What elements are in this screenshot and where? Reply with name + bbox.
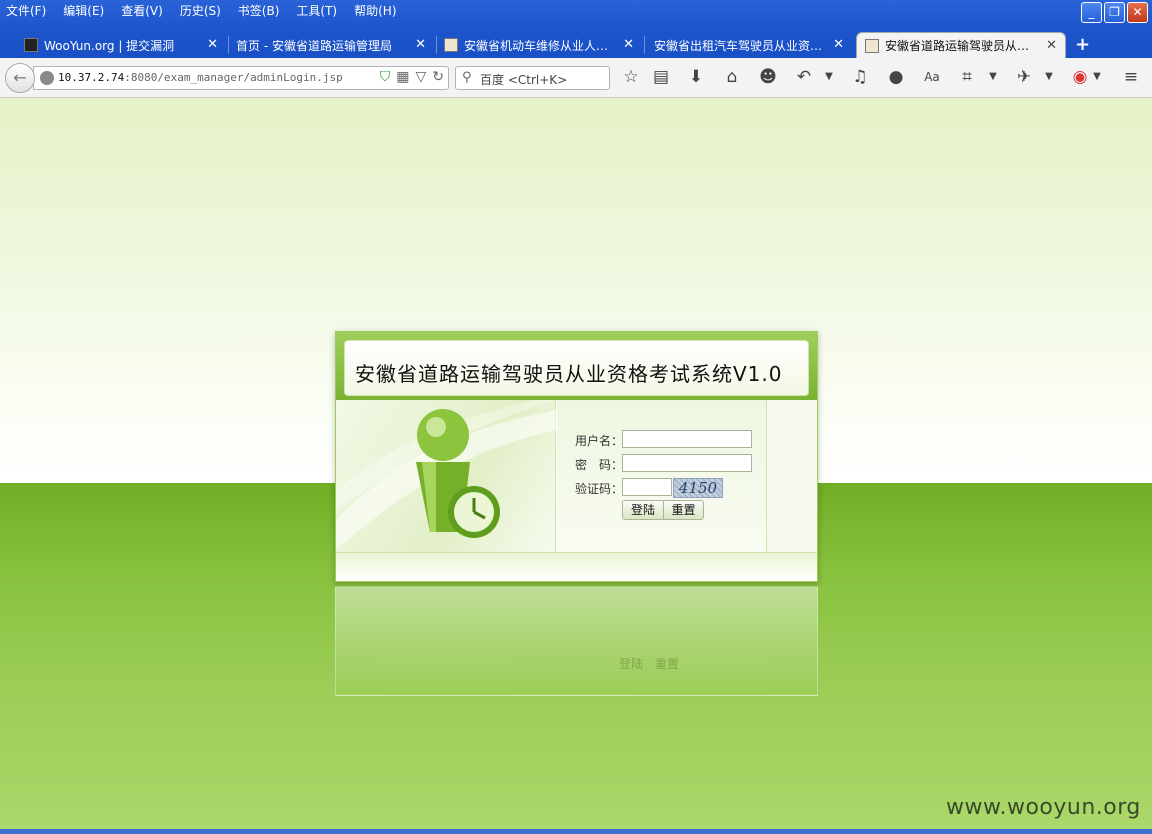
close-window-button[interactable]: ✕	[1127, 2, 1148, 23]
window-controls: _ ❐ ✕	[1081, 2, 1148, 23]
tab-label: 安徽省出租汽车驾驶员从业资…	[654, 38, 823, 53]
search-placeholder: 百度 <Ctrl+K>	[480, 73, 568, 87]
decorative-art	[336, 400, 556, 552]
restore-button[interactable]: ❐	[1104, 2, 1125, 23]
tab-close-icon[interactable]: ✕	[833, 37, 844, 52]
login-footer	[336, 552, 817, 581]
reload-icon[interactable]: ↻	[432, 69, 444, 85]
star-icon[interactable]: ☆	[620, 67, 642, 87]
username-input[interactable]	[622, 430, 752, 448]
search-bar[interactable]: ⚲ 百度 <Ctrl+K>	[455, 66, 610, 90]
login-panel: 安徽省道路运输驾驶员从业资格考试系统V1.0 用户名： 密 码： 验证码： 41…	[335, 331, 818, 582]
login-body: 用户名： 密 码： 验证码： 4150 登陆 重置	[336, 400, 817, 552]
reading-list-icon[interactable]: ▤	[650, 67, 672, 87]
qr-icon[interactable]: ▦	[396, 69, 409, 85]
login-form: 用户名： 密 码： 验证码： 4150 登陆 重置	[557, 400, 767, 552]
dropdown-icon[interactable]: ▼	[1086, 71, 1108, 82]
volume-icon[interactable]: ♫	[849, 67, 871, 87]
smiley-icon[interactable]: ☻	[757, 67, 779, 87]
undo-icon[interactable]: ↶	[793, 67, 815, 87]
watermark: www.wooyun.org	[946, 795, 1141, 820]
right-column	[767, 400, 817, 552]
panel-reflection: 登陆 重置	[335, 586, 818, 696]
captcha-label: 验证码：	[574, 482, 623, 496]
tab-driver-exam[interactable]: 安徽省道路运输驾驶员从… ✕	[856, 32, 1066, 58]
dropdown-icon[interactable]: ▽	[415, 69, 426, 85]
system-title: 安徽省道路运输驾驶员从业资格考试系统V1.0	[355, 362, 783, 386]
username-label: 用户名：	[574, 434, 623, 448]
shield-icon[interactable]: ⛉	[380, 69, 391, 85]
globe-icon	[40, 71, 54, 85]
user-clock-illustration-icon	[336, 400, 556, 550]
tab-wooyun[interactable]: WooYun.org | 提交漏洞 ✕	[16, 32, 226, 58]
url-bar[interactable]: 10.37.2.74:8080/exam_manager/adminLogin.…	[33, 66, 449, 90]
password-input[interactable]	[622, 454, 752, 472]
search-icon: ⚲	[462, 70, 472, 85]
menu-view[interactable]: 查看(V)	[121, 2, 163, 19]
tab-label: 首页 - 安徽省道路运输管理局	[236, 38, 392, 53]
browser-chrome: 文件(F) 编辑(E) 查看(V) 历史(S) 书签(B) 工具(T) 帮助(H…	[0, 0, 1152, 98]
password-label: 密 码：	[574, 458, 623, 472]
crop-icon[interactable]: ⌗	[956, 67, 978, 87]
button-group: 登陆 重置	[622, 500, 704, 520]
tab-close-icon[interactable]: ✕	[1046, 38, 1057, 53]
login-header: 安徽省道路运输驾驶员从业资格考试系统V1.0	[336, 332, 817, 400]
tab-close-icon[interactable]: ✕	[207, 37, 218, 52]
url-bar-icons: ⛉ ▦ ▽ ↻	[380, 69, 444, 85]
menu-bar: 文件(F) 编辑(E) 查看(V) 历史(S) 书签(B) 工具(T) 帮助(H…	[0, 0, 1080, 20]
menu-file[interactable]: 文件(F)	[6, 2, 46, 19]
url-host: 10.37.2.74	[58, 71, 125, 84]
menu-icon[interactable]: ≡	[1120, 67, 1142, 87]
home-icon[interactable]: ⌂	[721, 67, 743, 87]
captcha-image[interactable]: 4150	[673, 478, 723, 498]
download-icon[interactable]: ⬇	[685, 67, 707, 87]
tab-strip: WooYun.org | 提交漏洞 ✕ 首页 - 安徽省道路运输管理局 ✕ 安徽…	[0, 30, 1152, 58]
menu-bookmarks[interactable]: 书签(B)	[238, 2, 280, 19]
wooyun-favicon-icon	[24, 38, 38, 52]
page-favicon-icon	[444, 38, 458, 52]
back-button[interactable]: ←	[5, 63, 35, 93]
new-tab-button[interactable]: +	[1075, 34, 1090, 55]
tab-label: 安徽省机动车维修从业人…	[464, 38, 609, 53]
tab-vehicle-repair[interactable]: 安徽省机动车维修从业人… ✕	[436, 32, 642, 58]
menu-help[interactable]: 帮助(H)	[354, 2, 396, 19]
tab-taxi-driver[interactable]: 安徽省出租汽车驾驶员从业资… ✕	[646, 32, 852, 58]
dropdown-icon[interactable]: ▼	[1038, 71, 1060, 82]
tab-label: WooYun.org | 提交漏洞	[44, 38, 175, 53]
reset-button[interactable]: 重置	[663, 501, 703, 519]
extension-icon[interactable]: ✈	[1013, 67, 1035, 87]
tab-close-icon[interactable]: ✕	[415, 37, 426, 52]
minimize-button[interactable]: _	[1081, 2, 1102, 23]
title-plate: 安徽省道路运输驾驶员从业资格考试系统V1.0	[344, 340, 809, 396]
url-text[interactable]: 10.37.2.74:8080/exam_manager/adminLogin.…	[58, 71, 343, 84]
font-icon[interactable]: Aa	[921, 70, 943, 84]
login-button[interactable]: 登陆	[623, 501, 663, 519]
taskbar-edge	[0, 829, 1152, 834]
navigation-bar: 10.37.2.74:8080/exam_manager/adminLogin.…	[0, 58, 1152, 98]
dropdown-icon[interactable]: ▼	[982, 71, 1004, 82]
menu-edit[interactable]: 编辑(E)	[63, 2, 104, 19]
url-path: :8080/exam_manager/adminLogin.jsp	[124, 71, 343, 84]
dropdown-icon[interactable]: ▼	[818, 71, 840, 82]
page-favicon-icon	[865, 38, 879, 53]
reflection-text: 登陆 重置	[619, 657, 680, 671]
captcha-input[interactable]	[622, 478, 672, 496]
menu-history[interactable]: 历史(S)	[180, 2, 221, 19]
chat-icon[interactable]: ●	[885, 67, 907, 87]
menu-tools[interactable]: 工具(T)	[296, 2, 337, 19]
tab-separator	[644, 36, 645, 54]
tab-homepage[interactable]: 首页 - 安徽省道路运输管理局 ✕	[228, 32, 434, 58]
tab-close-icon[interactable]: ✕	[623, 37, 634, 52]
tab-label: 安徽省道路运输驾驶员从…	[885, 39, 1030, 53]
